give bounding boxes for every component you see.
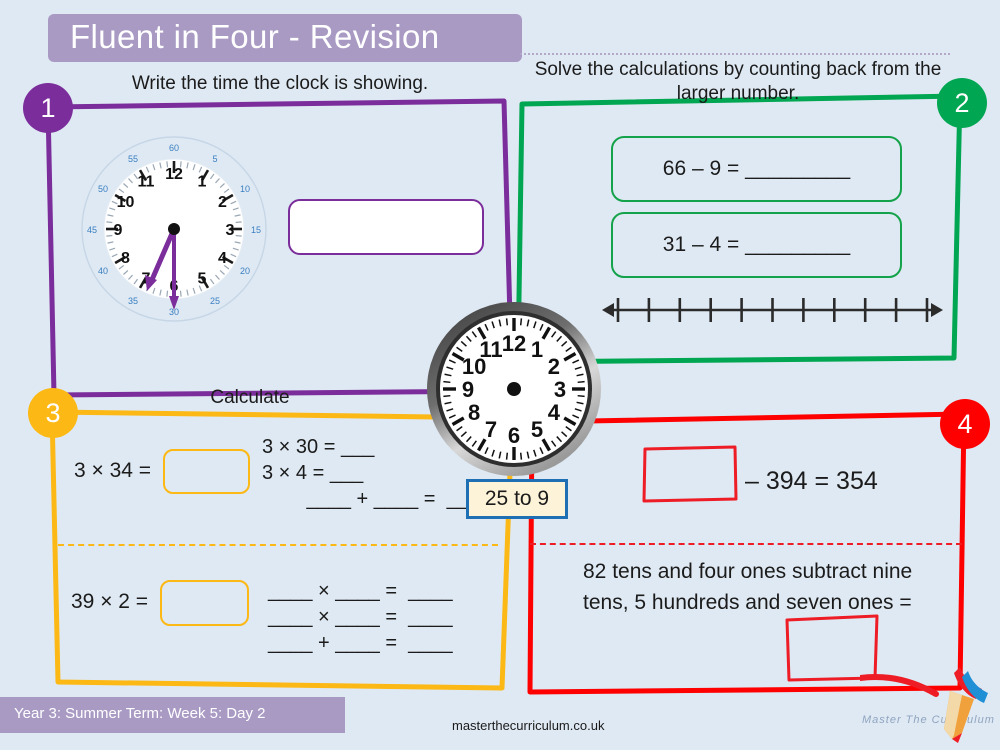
section-3-divider <box>58 544 498 546</box>
ribbon-decoration <box>857 668 940 713</box>
number-line <box>600 290 945 335</box>
pencil-logo-icon <box>930 665 992 750</box>
svg-text:15: 15 <box>251 225 261 235</box>
svg-text:5: 5 <box>212 154 217 164</box>
section-4-answer-box-1[interactable] <box>640 443 740 510</box>
svg-text:25: 25 <box>210 296 220 306</box>
section-badge-4: 4 <box>940 399 990 449</box>
section-3-working-2: ____ × ____ = ____ ____ × ____ = ____ __… <box>268 580 453 654</box>
worksheet-page: Fluent in Four - Revision 1 2 3 4 Write … <box>0 0 1000 750</box>
calculation-box-2[interactable]: 31 – 4 = _________ <box>611 212 902 278</box>
svg-text:4: 4 <box>548 400 561 425</box>
svg-text:1: 1 <box>531 337 543 362</box>
calculation-box-1[interactable]: 66 – 9 = _________ <box>611 136 902 202</box>
analogue-clock-question: 121234567891011 51015202530354045505560 <box>79 134 269 329</box>
svg-text:3: 3 <box>554 377 566 402</box>
section-3-prompt: Calculate <box>210 387 290 408</box>
svg-text:7: 7 <box>485 417 497 442</box>
svg-text:9: 9 <box>114 222 123 239</box>
section-4-word-problem: 82 tens and four ones subtract nine tens… <box>583 560 913 614</box>
section-3-equation-1: 3 × 34 = <box>74 459 152 482</box>
svg-text:10: 10 <box>240 184 250 194</box>
svg-text:8: 8 <box>121 250 130 267</box>
time-label: 25 to 9 <box>466 479 568 519</box>
svg-text:9: 9 <box>462 377 474 402</box>
svg-text:2: 2 <box>548 354 560 379</box>
svg-text:10: 10 <box>117 194 135 211</box>
analogue-clock-centre: 12 1 2 3 4 5 6 7 8 9 10 11 <box>425 300 603 483</box>
svg-text:8: 8 <box>468 400 480 425</box>
section-badge-3: 3 <box>28 388 78 438</box>
page-title: Fluent in Four - Revision <box>70 18 440 55</box>
section-3-answer-box-1[interactable] <box>163 449 250 494</box>
svg-text:35: 35 <box>128 296 138 306</box>
section-2-prompt: Solve the calculations by counting back … <box>534 59 942 104</box>
svg-text:6: 6 <box>508 423 520 448</box>
svg-text:55: 55 <box>128 154 138 164</box>
svg-text:60: 60 <box>169 143 179 153</box>
svg-text:2: 2 <box>218 194 227 211</box>
svg-text:11: 11 <box>138 174 155 191</box>
svg-text:5: 5 <box>531 417 543 442</box>
svg-text:12: 12 <box>165 166 183 183</box>
svg-text:3: 3 <box>226 222 235 239</box>
svg-text:5: 5 <box>198 270 207 287</box>
svg-text:1: 1 <box>198 174 207 191</box>
svg-text:45: 45 <box>87 225 97 235</box>
section-4-equation: – 394 = 354 <box>745 467 878 495</box>
section-1-prompt: Write the time the clock is showing. <box>131 73 429 94</box>
svg-text:4: 4 <box>218 250 227 267</box>
svg-text:40: 40 <box>98 266 108 276</box>
svg-text:12: 12 <box>502 331 526 356</box>
section-3-answer-box-2[interactable] <box>160 580 249 626</box>
svg-text:50: 50 <box>98 184 108 194</box>
svg-text:20: 20 <box>240 266 250 276</box>
section-3-equation-2: 39 × 2 = <box>71 590 149 613</box>
section-1-answer-box[interactable] <box>288 199 484 255</box>
footer-url: masterthecurriculum.co.uk <box>452 718 605 733</box>
title-dotted-rule <box>520 53 950 57</box>
svg-text:11: 11 <box>479 337 502 362</box>
footer-lesson-label: Year 3: Summer Term: Week 5: Day 2 <box>14 705 266 722</box>
section-4-divider <box>530 543 962 545</box>
